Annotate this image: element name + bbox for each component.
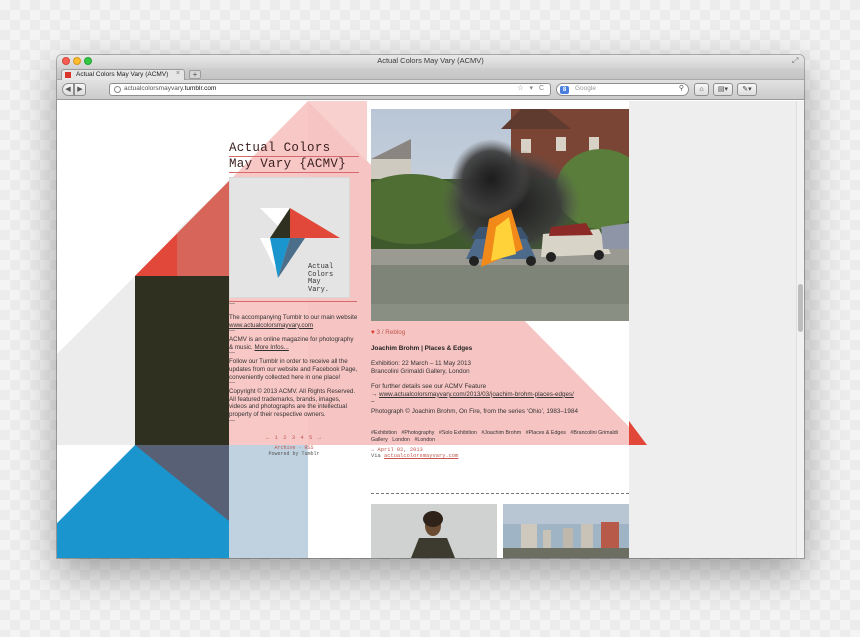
exhibition-info: Exhibition: 22 March – 11 May 2013 Branc… [371,360,471,375]
sidebar-links: Archive · RSS Powered by Tumblr [268,444,320,457]
sidebar-dash: — [229,350,235,357]
new-tab-button[interactable]: + [189,70,201,79]
title-bar: Actual Colors May Vary (ACMV) ⤢ [57,55,804,68]
notes-count[interactable]: 3 [377,329,381,336]
url-text: actualcolorsmayvary.tumblr.com [124,85,217,92]
tag-link[interactable]: #Solo Exhibition [439,430,477,436]
post-title: Joachim Brohm | Places & Edges [371,345,473,352]
bookmarks-button[interactable]: ▤▾ [713,83,733,96]
tab-bar: Actual Colors May Vary (ACMV) × + [57,68,804,80]
globe-icon [114,86,121,93]
page-viewport: Actual Colors May Vary {ACMV} Actual Col… [57,101,804,558]
burning-car-photo [371,109,629,321]
post-photo-burning-car[interactable] [371,109,629,321]
tools-button[interactable]: ✎▾ [737,83,757,96]
tag-link[interactable]: #London [414,437,435,443]
search-input[interactable]: 8 Google ⚲ [556,83,689,96]
bookmark-star-reload-icons[interactable]: ☆ ▾ C [517,84,546,92]
sidebar-dash: — [229,417,235,424]
search-icon[interactable]: ⚲ [679,84,684,92]
tag-link[interactable]: #Exhibition [371,430,397,436]
post: ♥ 3 / Reblog Joachim Brohm | Places & Ed… [371,109,629,459]
sidebar-dash: — [229,328,235,335]
tag-link[interactable]: London [392,437,410,443]
sidebar-dash: — [229,380,235,387]
feature-link[interactable]: www.actualcolorsmayvary.com/2013/03/joac… [379,391,574,398]
via-link[interactable]: actualcolorsmayvary.com [384,453,458,459]
browser-window: Actual Colors May Vary (ACMV) ⤢ Actual C… [57,55,804,558]
photo-caption: Photograph © Joachim Brohm, On Fire, fro… [371,407,578,415]
vertical-scrollbar[interactable] [796,101,804,558]
tab-acmv[interactable]: Actual Colors May Vary (ACMV) × [61,69,185,80]
logo-text: Actual Colors May Vary. [308,263,334,294]
browser-toolbar: ◀ ▶ actualcolorsmayvary.tumblr.com ☆ ▾ C… [57,80,804,100]
post-divider [371,493,629,494]
blog-title-line1: Actual Colors [229,141,359,157]
tab-label: Actual Colors May Vary (ACMV) [76,71,169,78]
blog-title-line2: May Vary {ACMV} [229,157,359,173]
next-post-photo-portrait[interactable] [371,504,497,558]
sidebar-follow: Follow our Tumblr in order to receive al… [229,358,358,381]
window-title: Actual Colors May Vary (ACMV) [377,56,484,65]
sidebar: Actual Colors May Vary {ACMV} Actual Col… [229,141,359,457]
portrait-photo [371,504,497,558]
tumblr-favicon-icon [65,72,71,78]
blog-title[interactable]: Actual Colors May Vary {ACMV} [229,141,359,173]
post-via: Via actualcolorsmayvary.com [371,453,459,460]
powered-by-tumblr[interactable]: Powered by Tumblr [268,451,319,457]
sidebar-dash: — [229,301,235,307]
more-infos-link[interactable]: More Infos... [254,344,288,351]
heart-icon[interactable]: ♥ [371,329,375,336]
forward-button[interactable]: ▶ [74,83,86,96]
address-bar[interactable]: actualcolorsmayvary.tumblr.com ☆ ▾ C [109,83,551,96]
google-engine-icon[interactable]: 8 [560,86,569,94]
acmv-logo: Actual Colors May Vary. [229,177,350,298]
sidebar-about: ACMV is an online magazine for photograp… [229,336,354,351]
back-button[interactable]: ◀ [62,83,74,96]
search-placeholder: Google [575,85,596,92]
tag-link[interactable]: #Places & Edges [526,430,566,436]
post-tags: #Exhibition #Photography #Solo Exhibitio… [371,430,629,444]
main-website-link[interactable]: www.actualcolorsmayvary.com [229,322,313,329]
fullscreen-icon[interactable]: ⤢ [792,57,800,65]
scrollbar-thumb[interactable] [798,284,803,332]
tab-close-icon[interactable]: × [176,70,180,77]
buildings-photo [503,504,629,558]
sidebar-intro: The accompanying Tumblr to our main webs… [229,314,358,329]
tag-link[interactable]: #Photography [401,430,434,436]
home-button[interactable]: ⌂ [694,83,709,96]
feature-details: For further details see our ACMV Feature… [371,383,574,406]
post-meta: ♥ 3 / Reblog [371,329,629,336]
reblog-link[interactable]: Reblog [385,329,405,336]
pagination[interactable]: ← 1 2 3 4 5 → [229,434,359,441]
next-post-photo-buildings[interactable] [503,504,629,558]
tag-link[interactable]: #Joachim Brohm [481,430,521,436]
meta-separator: / [381,329,384,336]
sidebar-copyright: Copyright © 2013 ACMV. All Rights Reserv… [229,388,356,418]
